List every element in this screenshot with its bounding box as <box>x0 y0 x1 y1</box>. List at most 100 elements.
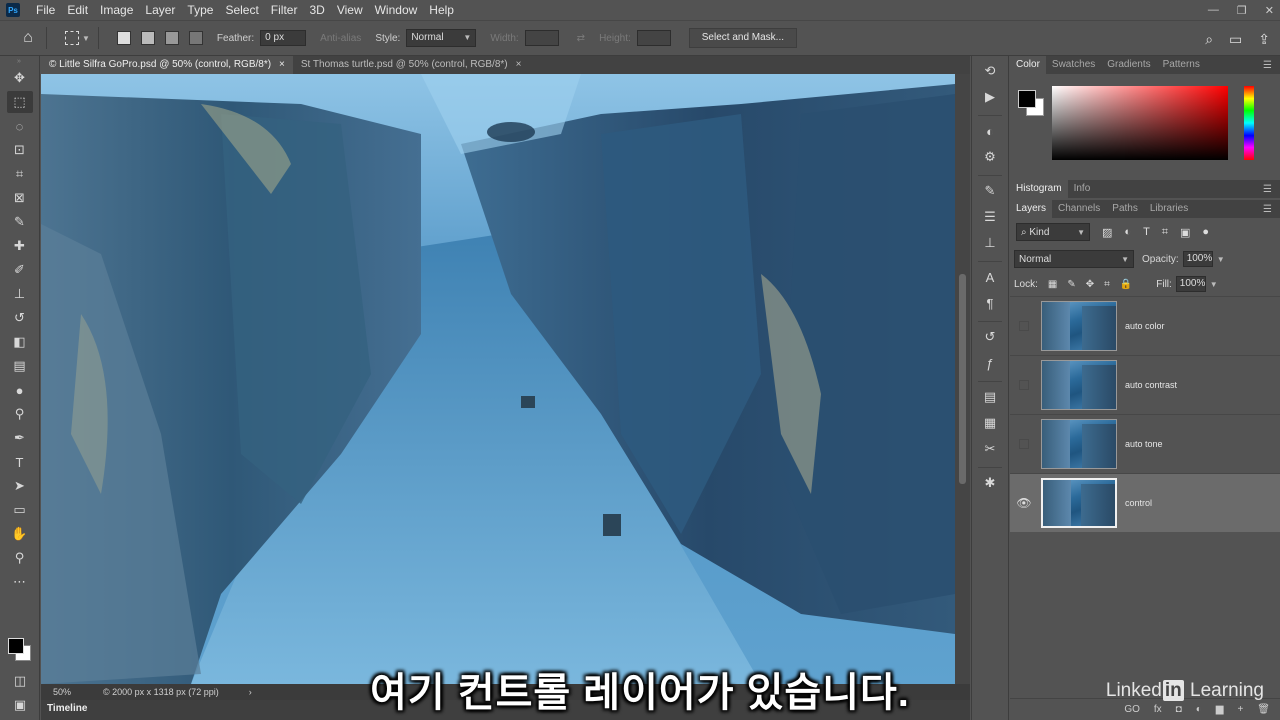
panel-menu-icon[interactable]: ☰ <box>1263 60 1272 71</box>
width-input[interactable] <box>524 30 559 46</box>
panel-foreground-swatch[interactable] <box>1018 90 1036 108</box>
document-canvas[interactable] <box>41 74 955 684</box>
chevron-down-icon[interactable]: ▼ <box>82 34 90 43</box>
minimize-icon[interactable]: — <box>1208 4 1219 16</box>
layer-row[interactable]: auto contrast <box>1010 355 1280 414</box>
frame-tool-icon[interactable]: ⊠ <box>7 187 33 209</box>
adjustments-icon[interactable]: ◐ <box>978 120 1002 142</box>
anti-alias-checkbox[interactable]: Anti-alias <box>320 33 361 44</box>
color-spectrum-field[interactable] <box>1052 86 1228 160</box>
height-input[interactable] <box>636 30 671 46</box>
rectangle-tool-icon[interactable]: ▭ <box>7 499 33 521</box>
filter-shape-icon[interactable]: ⌗ <box>1162 226 1168 239</box>
eyedropper-tool-icon[interactable]: ✎ <box>7 211 33 233</box>
opacity-input[interactable]: 100% <box>1182 251 1213 267</box>
feather-input[interactable]: 0 px <box>260 30 307 46</box>
new-layer-icon[interactable]: + <box>1237 704 1243 715</box>
eraser-tool-icon[interactable]: ◧ <box>7 331 33 353</box>
style-select[interactable]: Normal ▼ <box>406 29 477 47</box>
tab-layers[interactable]: Layers <box>1010 200 1053 218</box>
add-mask-icon[interactable]: ◘ <box>1176 704 1182 715</box>
zoom-tool-icon[interactable]: ⚲ <box>7 547 33 569</box>
search-icon[interactable]: ⌕ <box>1205 31 1213 48</box>
history-brush-tool-icon[interactable]: ↺ <box>7 307 33 329</box>
lasso-tool-icon[interactable]: ◌ <box>7 115 33 137</box>
menu-layer[interactable]: Layer <box>139 0 181 20</box>
marquee-preset-icon[interactable] <box>65 31 79 45</box>
more-tools-icon[interactable]: ⋯ <box>7 571 33 593</box>
menu-view[interactable]: View <box>331 0 369 20</box>
close-tab-icon[interactable]: × <box>516 56 522 74</box>
clone-source-icon[interactable]: ⊥ <box>978 232 1002 254</box>
filter-adjustment-icon[interactable]: ◐ <box>1124 226 1131 238</box>
share-icon[interactable]: ⇪ <box>1258 31 1270 48</box>
layer-name[interactable]: auto color <box>1125 321 1165 331</box>
filter-smart-object-icon[interactable]: ▣ <box>1180 226 1190 239</box>
type-tool-icon[interactable]: T <box>7 451 33 473</box>
delete-layer-icon[interactable]: 🗑 <box>1257 704 1270 715</box>
history-states-icon[interactable]: ↺ <box>978 326 1002 348</box>
workspace-icon[interactable]: ▭ <box>1229 31 1242 48</box>
hand-tool-icon[interactable]: ✋ <box>7 523 33 545</box>
menu-type[interactable]: Type <box>181 0 219 20</box>
crop-tool-icon[interactable]: ⌗ <box>7 163 33 185</box>
menu-window[interactable]: Window <box>369 0 424 20</box>
layer-name[interactable]: control <box>1125 498 1152 508</box>
new-group-icon[interactable]: ▆ <box>1216 704 1224 715</box>
layer-style-icon[interactable]: fx <box>1154 704 1162 715</box>
home-icon[interactable]: ⌂ <box>18 28 38 48</box>
panel-grip[interactable]: » <box>0 58 39 65</box>
layer-name[interactable]: auto contrast <box>1125 380 1177 390</box>
filter-type-icon[interactable]: T <box>1143 226 1150 238</box>
history-panel-icon[interactable]: ⟲ <box>978 60 1002 82</box>
filter-kind-select[interactable]: ⌕ Kind ▼ <box>1016 223 1090 241</box>
menu-image[interactable]: Image <box>94 0 139 20</box>
tab-color[interactable]: Color <box>1010 56 1046 74</box>
menu-filter[interactable]: Filter <box>265 0 304 20</box>
close-tab-icon[interactable]: × <box>279 56 285 74</box>
styles-fx-icon[interactable]: ƒ <box>978 352 1002 374</box>
lock-all-icon[interactable]: 🔒 <box>1120 279 1132 290</box>
restore-icon[interactable]: ❐ <box>1237 4 1247 17</box>
notes-icon[interactable]: ▦ <box>978 412 1002 434</box>
move-tool-icon[interactable]: ✥ <box>7 67 33 89</box>
menu-edit[interactable]: Edit <box>61 0 94 20</box>
chevron-down-icon[interactable]: ▼ <box>1217 255 1225 264</box>
tab-patterns[interactable]: Patterns <box>1157 56 1206 74</box>
menu-3d[interactable]: 3D <box>303 0 330 20</box>
hue-slider[interactable] <box>1244 86 1254 160</box>
close-window-icon[interactable]: ✕ <box>1265 4 1274 17</box>
tab-libraries[interactable]: Libraries <box>1144 200 1194 218</box>
visibility-toggle[interactable] <box>1019 321 1029 331</box>
properties-icon[interactable]: ⚙ <box>978 146 1002 168</box>
layer-row[interactable]: auto tone <box>1010 414 1280 473</box>
filter-toggle-icon[interactable]: ● <box>1202 226 1209 238</box>
status-arrow-icon[interactable]: › <box>249 687 252 697</box>
brush-tool-icon[interactable]: ✐ <box>7 259 33 281</box>
rectangular-marquee-tool-icon[interactable]: ⬚ <box>6 91 33 113</box>
tab-paths[interactable]: Paths <box>1106 200 1144 218</box>
visibility-toggle[interactable] <box>1019 380 1029 390</box>
swap-icon[interactable]: ⇄ <box>577 33 585 44</box>
paragraph-panel-icon[interactable]: ¶ <box>978 292 1002 314</box>
actions-play-icon[interactable]: ▶ <box>978 86 1002 108</box>
layer-name[interactable]: auto tone <box>1125 439 1163 449</box>
quick-mask-icon[interactable]: ◫ <box>7 670 33 692</box>
path-selection-tool-icon[interactable]: ➤ <box>7 475 33 497</box>
menu-file[interactable]: File <box>30 0 61 20</box>
foreground-color-swatch[interactable] <box>8 638 24 654</box>
tab-gradients[interactable]: Gradients <box>1101 56 1156 74</box>
new-adjustment-icon[interactable]: ◐ <box>1196 704 1202 715</box>
gradient-tool-icon[interactable]: ▤ <box>7 355 33 377</box>
filter-pixel-icon[interactable]: ▨ <box>1102 226 1112 239</box>
libraries-icon[interactable]: ▤ <box>978 386 1002 408</box>
new-selection-icon[interactable] <box>116 31 131 45</box>
dodge-tool-icon[interactable]: ⚲ <box>7 403 33 425</box>
tab-st-thomas-turtle[interactable]: St Thomas turtle.psd @ 50% (control, RGB… <box>293 56 530 74</box>
layer-row[interactable]: auto color <box>1010 296 1280 355</box>
lock-image-icon[interactable]: ✎ <box>1067 279 1075 290</box>
tab-little-silfra[interactable]: © Little Silfra GoPro.psd @ 50% (control… <box>41 56 293 74</box>
menu-help[interactable]: Help <box>423 0 460 20</box>
select-and-mask-button[interactable]: Select and Mask... <box>688 28 798 48</box>
subtract-selection-icon[interactable] <box>164 31 179 45</box>
